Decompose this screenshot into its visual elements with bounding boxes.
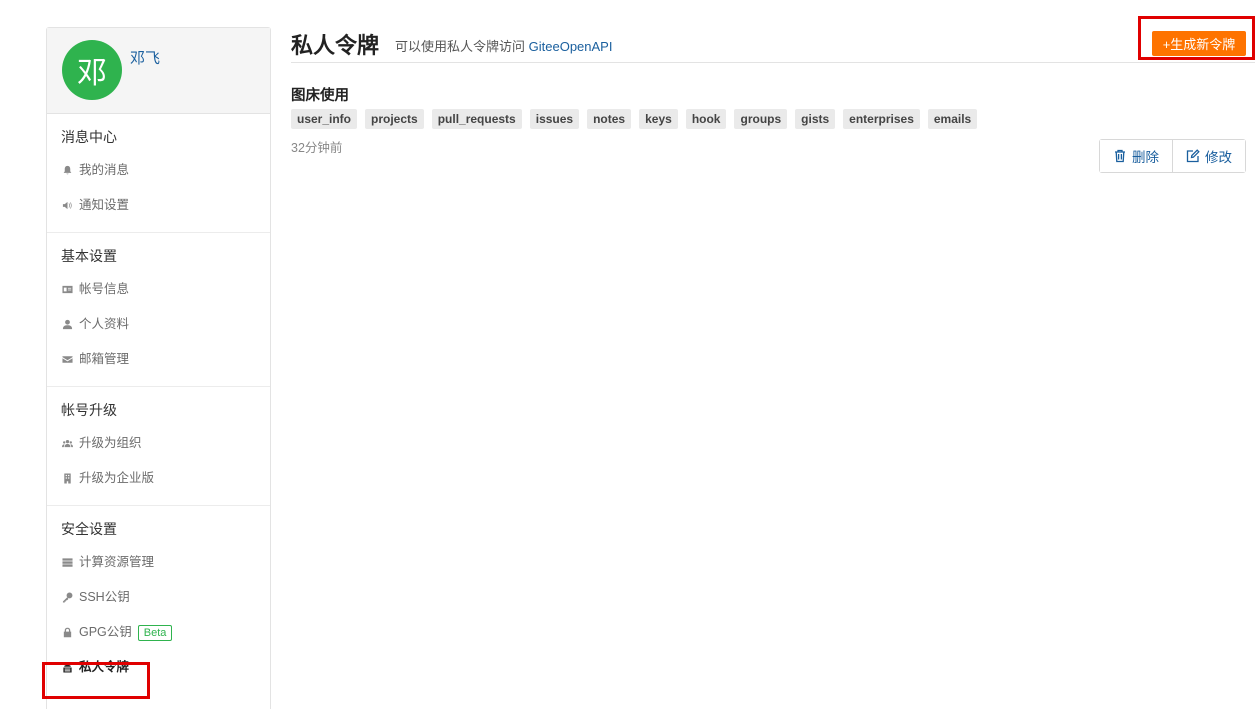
- id-card-icon: [61, 284, 73, 296]
- section-messages: 消息中心 我的消息 通知设置: [47, 114, 270, 233]
- edit-icon: [1186, 149, 1200, 163]
- sidebar-item-email[interactable]: 邮箱管理: [47, 342, 270, 377]
- token-name: 图床使用: [291, 88, 349, 104]
- section-title: 消息中心: [61, 129, 117, 145]
- sidebar-item-upgrade-enterprise[interactable]: 升级为企业版: [47, 461, 270, 496]
- sidebar-item-label: 升级为企业版: [79, 471, 155, 485]
- gitee-openapi-link[interactable]: GiteeOpenAPI: [529, 39, 613, 54]
- section-account-upgrade: 帐号升级 升级为组织 升级为企业版: [47, 387, 270, 506]
- scope-tag: emails: [927, 109, 978, 129]
- settings-sidebar: 邓 邓飞 消息中心 我的消息 通知设置 基本设置 帐号信息 个人资料 邮箱管理: [46, 27, 271, 709]
- scope-tag: user_info: [291, 109, 358, 129]
- sidebar-item-ssh-keys[interactable]: SSH公钥: [47, 580, 270, 615]
- sidebar-item-label: 计算资源管理: [79, 555, 155, 569]
- sidebar-item-label: 帐号信息: [79, 282, 130, 296]
- users-icon: [61, 438, 73, 450]
- section-title: 安全设置: [61, 521, 117, 537]
- scope-tag: projects: [365, 109, 424, 129]
- section-basic-settings: 基本设置 帐号信息 个人资料 邮箱管理: [47, 233, 270, 387]
- lock-icon: [61, 627, 73, 639]
- sidebar-item-notification-settings[interactable]: 通知设置: [47, 188, 270, 223]
- trash-icon: [1115, 149, 1125, 163]
- sidebar-item-profile[interactable]: 个人资料: [47, 307, 270, 342]
- beta-badge: Beta: [137, 624, 173, 641]
- token-scopes: user_info projects pull_requests issues …: [291, 109, 1255, 129]
- bell-icon: [61, 165, 73, 177]
- server-icon: [61, 557, 73, 569]
- sidebar-item-label: SSH公钥: [79, 590, 130, 604]
- sidebar-item-compute-resources[interactable]: 计算资源管理: [47, 545, 270, 580]
- sidebar-item-my-messages[interactable]: 我的消息: [47, 153, 270, 188]
- page-subtitle: 可以使用私人令牌访问 GiteeOpenAPI: [395, 36, 612, 55]
- highlight-box-private-tokens: [42, 662, 150, 699]
- scope-tag: keys: [639, 109, 678, 129]
- delete-label: 删除: [1132, 150, 1159, 165]
- edit-label: 修改: [1205, 150, 1232, 165]
- subtitle-text: 可以使用私人令牌访问: [395, 39, 526, 54]
- username-link[interactable]: 邓飞: [130, 47, 160, 68]
- sidebar-item-label: 通知设置: [79, 198, 130, 212]
- edit-token-button[interactable]: 修改: [1172, 140, 1245, 172]
- scope-tag: groups: [734, 109, 788, 129]
- main-content: 私人令牌 可以使用私人令牌访问 GiteeOpenAPI +生成新令牌 图床使用…: [291, 26, 1255, 173]
- sidebar-item-gpg-keys[interactable]: GPG公钥 Beta: [47, 615, 270, 650]
- scope-tag: pull_requests: [431, 109, 522, 129]
- envelope-icon: [61, 354, 73, 366]
- scope-tag: hook: [685, 109, 727, 129]
- speaker-icon: [61, 200, 73, 212]
- avatar[interactable]: 邓: [62, 40, 122, 100]
- delete-token-button[interactable]: 删除: [1100, 140, 1172, 172]
- section-title: 基本设置: [61, 248, 117, 264]
- scope-tag: enterprises: [843, 109, 920, 129]
- sidebar-item-label: GPG公钥: [79, 625, 132, 639]
- sidebar-item-label: 邮箱管理: [79, 352, 130, 366]
- scope-tag: notes: [587, 109, 632, 129]
- section-title: 帐号升级: [61, 402, 117, 418]
- sidebar-item-upgrade-org[interactable]: 升级为组织: [47, 426, 270, 461]
- user-icon: [61, 319, 73, 331]
- building-icon: [61, 473, 73, 485]
- key-icon: [61, 592, 73, 604]
- token-actions: 删除 修改: [1099, 139, 1246, 173]
- scope-tag: gists: [795, 109, 836, 129]
- sidebar-item-label: 个人资料: [79, 317, 130, 331]
- sidebar-item-account-info[interactable]: 帐号信息: [47, 272, 270, 307]
- sidebar-item-label: 我的消息: [79, 163, 130, 177]
- profile-card: 邓 邓飞: [47, 28, 270, 114]
- scope-tag: issues: [529, 109, 580, 129]
- token-item: 图床使用 user_info projects pull_requests is…: [291, 86, 1255, 173]
- page-title: 私人令牌: [291, 33, 380, 58]
- page-header: 私人令牌 可以使用私人令牌访问 GiteeOpenAPI +生成新令牌: [291, 26, 1255, 63]
- highlight-box-new-token: [1138, 16, 1255, 60]
- sidebar-item-label: 升级为组织: [79, 436, 142, 450]
